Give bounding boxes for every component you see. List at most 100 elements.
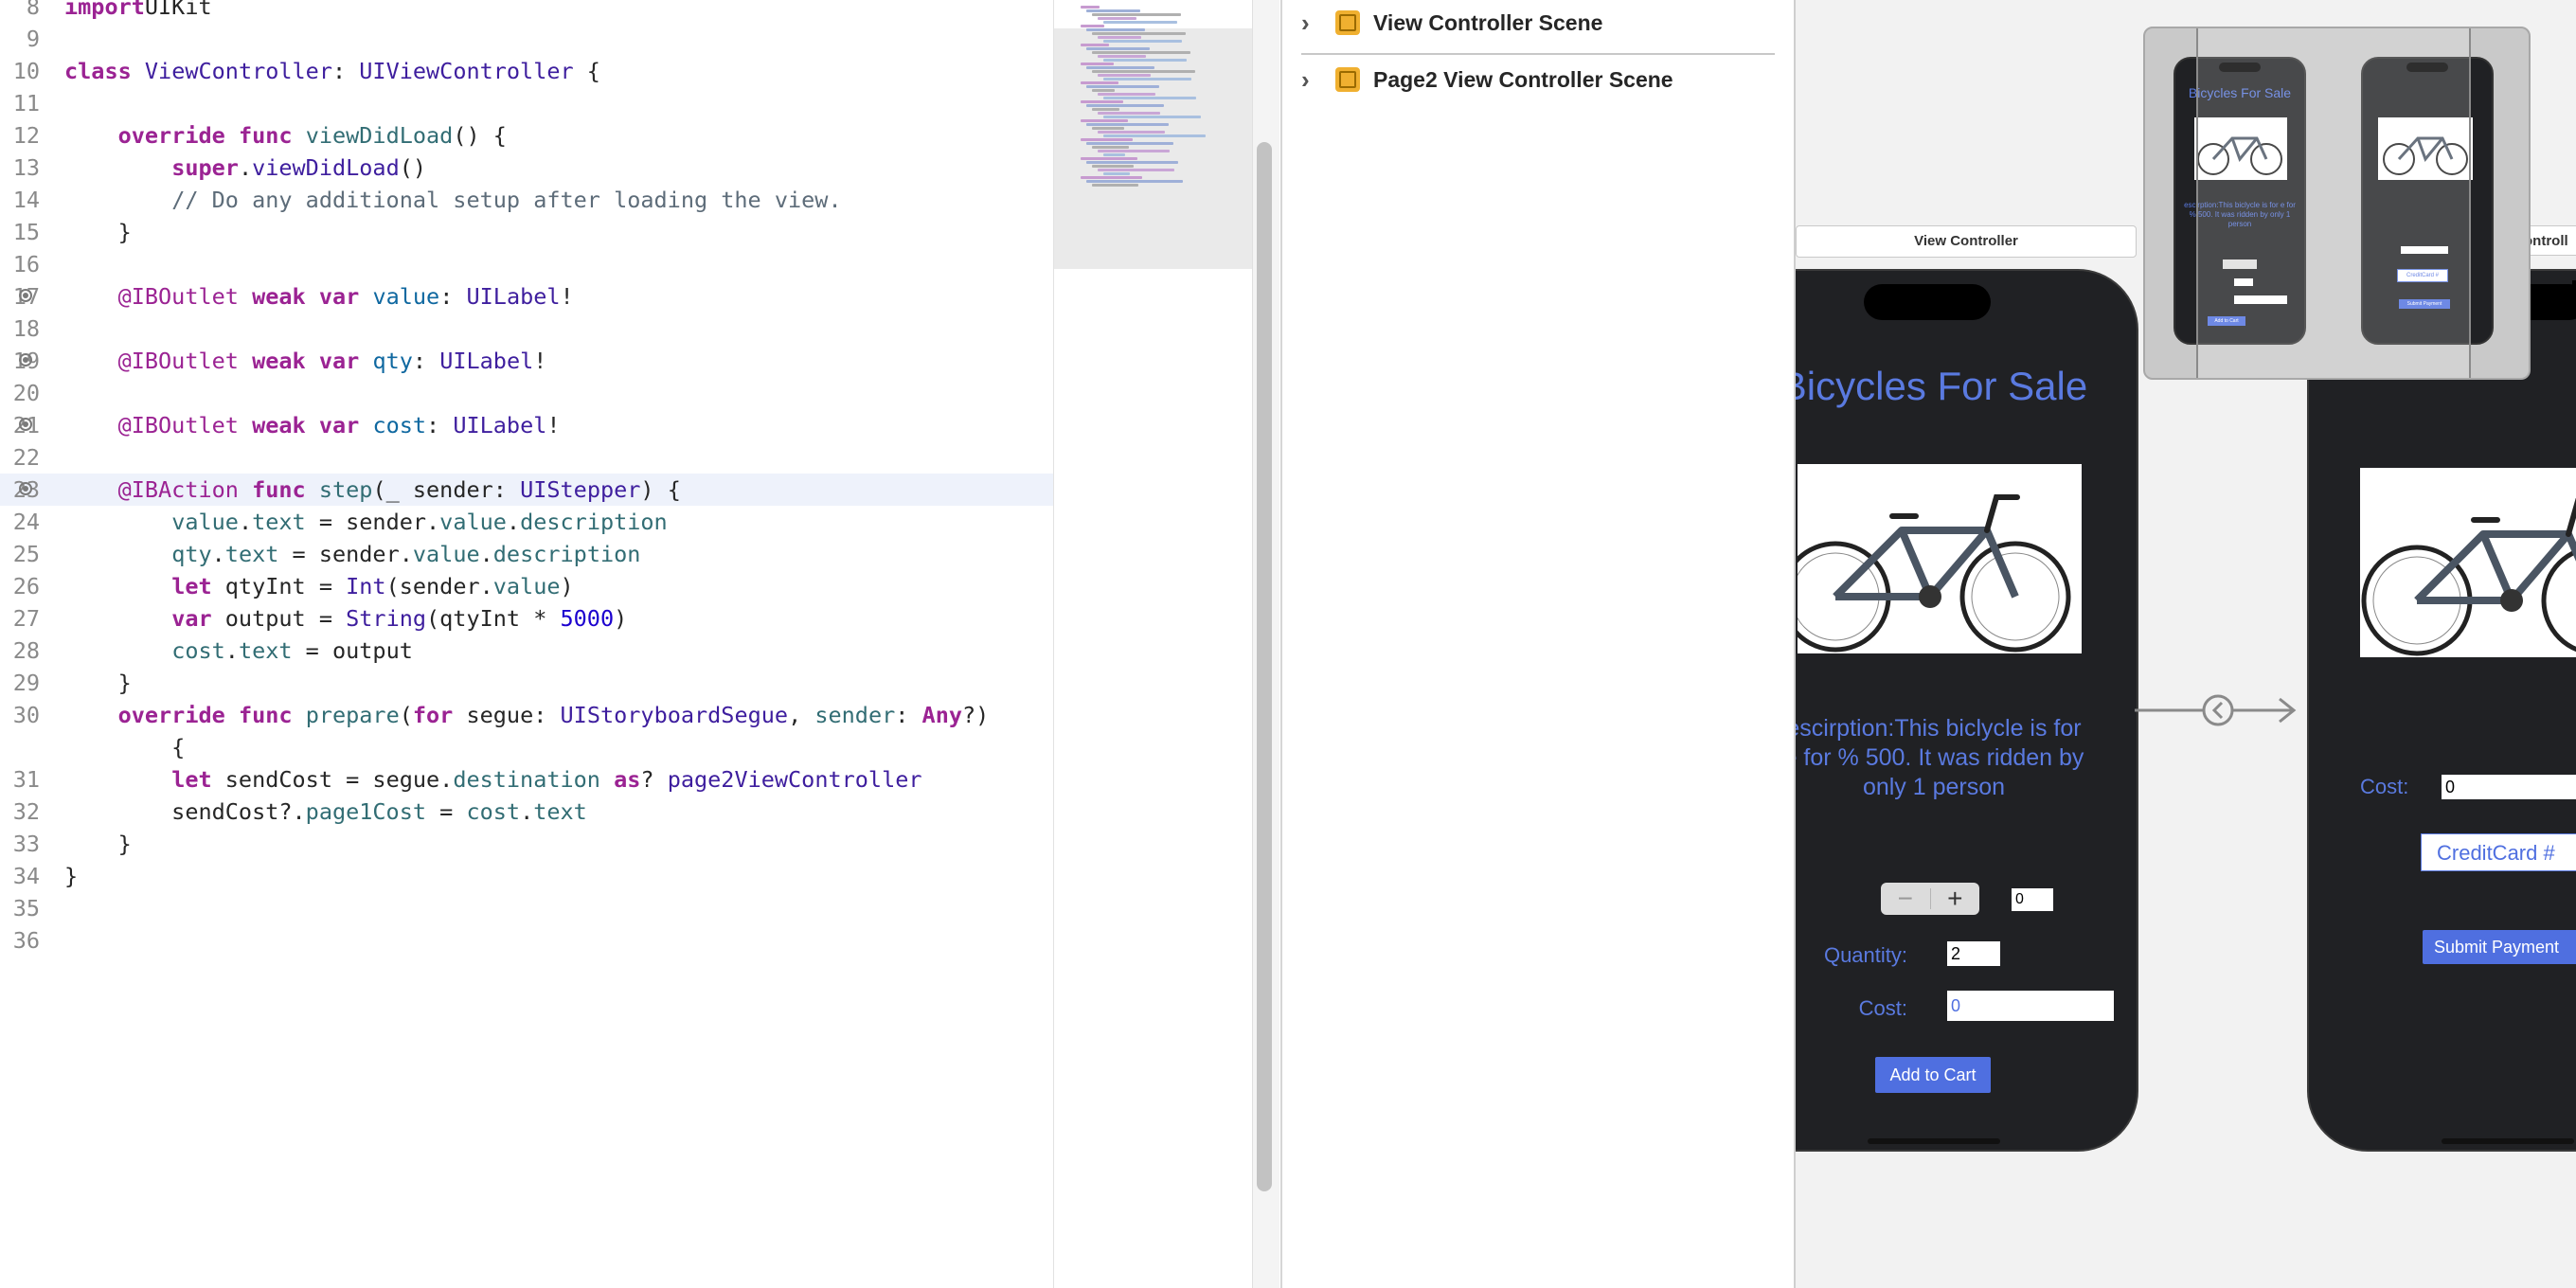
code-text[interactable]: sendCost?.page1Cost = cost.text	[64, 796, 587, 828]
code-line[interactable]: 19 @IBOutlet weak var qty: UILabel!	[0, 345, 1053, 377]
code-text[interactable]: override func prepare(for segue: UIStory…	[64, 699, 990, 731]
code-line[interactable]: 16	[0, 248, 1053, 280]
code-text[interactable]: super.viewDidLoad()	[64, 152, 426, 184]
code-text[interactable]: @IBOutlet weak var qty: UILabel!	[64, 345, 547, 377]
code-text[interactable]: let sendCost = segue.destination as? pag…	[64, 763, 921, 796]
line-number[interactable]: 27	[0, 602, 40, 635]
code-text[interactable]: importUIKit	[64, 0, 212, 23]
outlet-connection-icon[interactable]	[19, 289, 32, 302]
code-text[interactable]: cost.text = output	[64, 635, 413, 667]
code-line[interactable]: 34}	[0, 860, 1053, 892]
segue-arrow[interactable]	[2133, 691, 2303, 729]
outlet-connection-icon[interactable]	[19, 482, 32, 495]
line-number[interactable]: 36	[0, 924, 40, 957]
code-text[interactable]: }	[64, 216, 132, 248]
line-number[interactable]: 20	[0, 377, 40, 409]
code-line[interactable]: 8 importUIKit	[0, 0, 1053, 23]
line-number[interactable]: 9	[0, 23, 40, 55]
line-number[interactable]: 16	[0, 248, 40, 280]
code-text[interactable]: @IBOutlet weak var value: UILabel!	[64, 280, 574, 313]
code-line[interactable]: 36	[0, 924, 1053, 957]
line-number[interactable]: 30	[0, 699, 40, 731]
outlet-connection-icon[interactable]	[19, 418, 32, 431]
code-line[interactable]: 9	[0, 23, 1053, 55]
line-number[interactable]: 12	[0, 119, 40, 152]
line-number[interactable]: 11	[0, 87, 40, 119]
code-line[interactable]: 33 }	[0, 828, 1053, 860]
code-line[interactable]: {	[0, 731, 1053, 763]
credit-card-field[interactable]: CreditCard #	[2421, 833, 2576, 871]
code-line[interactable]: 24 value.text = sender.value.description	[0, 506, 1053, 538]
code-text[interactable]: qty.text = sender.value.description	[64, 538, 640, 570]
code-line[interactable]: 17 @IBOutlet weak var value: UILabel!	[0, 280, 1053, 313]
code-line[interactable]: 32 sendCost?.page1Cost = cost.text	[0, 796, 1053, 828]
line-number[interactable]: 24	[0, 506, 40, 538]
code-line[interactable]: 30 override func prepare(for segue: UISt…	[0, 699, 1053, 731]
line-number[interactable]: 34	[0, 860, 40, 892]
code-text[interactable]: {	[64, 731, 185, 763]
code-line[interactable]: 29 }	[0, 667, 1053, 699]
code-line[interactable]: 27 var output = String(qtyInt * 5000)	[0, 602, 1053, 635]
code-line[interactable]: 28 cost.text = output	[0, 635, 1053, 667]
submit-payment-button[interactable]: Submit Payment	[2423, 930, 2576, 964]
code-text[interactable]: class ViewController: UIViewController {	[64, 55, 600, 87]
line-number[interactable]: 25	[0, 538, 40, 570]
line-number[interactable]: 32	[0, 796, 40, 828]
code-text[interactable]: // Do any additional setup after loading…	[64, 184, 841, 216]
navigator-viewport[interactable]	[2196, 28, 2471, 378]
line-number[interactable]: 18	[0, 313, 40, 345]
code-text[interactable]: @IBOutlet weak var cost: UILabel!	[64, 409, 561, 441]
code-text[interactable]: }	[64, 828, 132, 860]
code-line[interactable]: 15 }	[0, 216, 1053, 248]
page2-view-controller-phone[interactable]: Cost: 0 CreditCard # Submit Payment	[2307, 269, 2576, 1152]
code-line[interactable]: 18	[0, 313, 1053, 345]
line-number[interactable]: 28	[0, 635, 40, 667]
line-number[interactable]: 14	[0, 184, 40, 216]
code-text[interactable]: override func viewDidLoad() {	[64, 119, 507, 152]
code-line[interactable]: 26 let qtyInt = Int(sender.value)	[0, 570, 1053, 602]
outlet-connection-icon[interactable]	[19, 353, 32, 367]
minimap[interactable]	[1053, 0, 1253, 1288]
code-editor[interactable]: 8 importUIKit 9 10 class ViewController: UIV…	[0, 0, 1053, 1288]
add-to-cart-button[interactable]: Add to Cart	[1875, 1057, 1991, 1093]
code-line[interactable]: 23 @IBAction func step(_ sender: UIStepp…	[0, 474, 1053, 506]
code-line[interactable]: 14 // Do any additional setup after load…	[0, 184, 1053, 216]
code-text[interactable]: @IBAction func step(_ sender: UIStepper)…	[64, 474, 681, 506]
line-number[interactable]: 22	[0, 441, 40, 474]
line-number[interactable]: 29	[0, 667, 40, 699]
chevron-right-icon[interactable]: ›	[1301, 9, 1318, 38]
stepper-decrement[interactable]: −	[1881, 883, 1930, 915]
storyboard-navigator[interactable]: Bicycles For Sale escirption:This biclyc…	[2143, 27, 2531, 380]
code-text[interactable]: value.text = sender.value.description	[64, 506, 668, 538]
line-number[interactable]: 26	[0, 570, 40, 602]
code-text[interactable]: var output = String(qtyInt * 5000)	[64, 602, 627, 635]
code-line[interactable]: 20	[0, 377, 1053, 409]
code-text[interactable]: }	[64, 860, 78, 892]
code-line[interactable]: 31 let sendCost = segue.destination as? …	[0, 763, 1053, 796]
line-number[interactable]: 15	[0, 216, 40, 248]
code-line[interactable]: 10 class ViewController: UIViewController…	[0, 55, 1053, 87]
code-line[interactable]: 13 super.viewDidLoad()	[0, 152, 1053, 184]
stepper-increment[interactable]: +	[1931, 883, 1980, 915]
code-line[interactable]: 21 @IBOutlet weak var cost: UILabel!	[0, 409, 1053, 441]
quantity-stepper[interactable]: − +	[1881, 883, 1979, 915]
line-number[interactable]: 10	[0, 55, 40, 87]
code-line[interactable]: 22	[0, 441, 1053, 474]
code-line[interactable]: 35	[0, 892, 1053, 924]
line-number[interactable]: 33	[0, 828, 40, 860]
code-line[interactable]: 11	[0, 87, 1053, 119]
chevron-right-icon[interactable]: ›	[1301, 65, 1318, 95]
line-number[interactable]: 13	[0, 152, 40, 184]
view-controller-phone[interactable]: Bicycles For Sale escirption:This biclyc…	[1796, 269, 2138, 1152]
code-text[interactable]: let qtyInt = Int(sender.value)	[64, 570, 573, 602]
editor-scrollbar-thumb[interactable]	[1257, 142, 1272, 1191]
line-number[interactable]: 31	[0, 763, 40, 796]
scene-row-page2-view-controller[interactable]: › Page2 View Controller Scene	[1301, 61, 1673, 98]
code-line[interactable]: 25 qty.text = sender.value.description	[0, 538, 1053, 570]
code-text[interactable]: }	[64, 667, 132, 699]
code-line[interactable]: 12 override func viewDidLoad() {	[0, 119, 1053, 152]
line-number[interactable]: 35	[0, 892, 40, 924]
view-controller-tag[interactable]: View Controller	[1796, 225, 2137, 258]
scene-row-view-controller[interactable]: › View Controller Scene	[1301, 4, 1602, 42]
line-number[interactable]: 8	[0, 0, 40, 23]
